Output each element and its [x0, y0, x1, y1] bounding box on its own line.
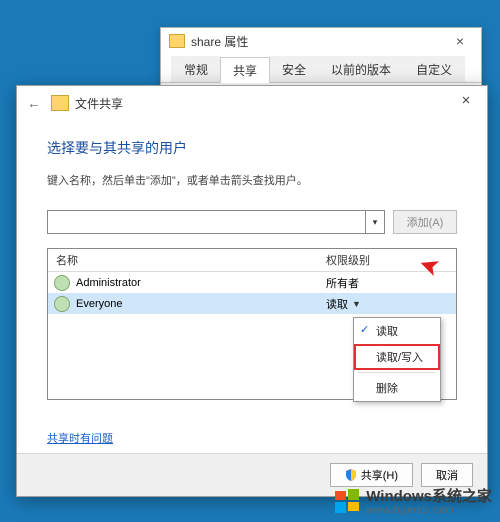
- user-icon: [54, 275, 70, 291]
- tab-customize[interactable]: 自定义: [403, 56, 465, 82]
- watermark: Windows系统之家 www.bjjmcp.com: [334, 485, 492, 516]
- share-button[interactable]: 共享(H): [330, 463, 413, 487]
- user-name: Everyone: [76, 298, 326, 310]
- file-sharing-header: ← 文件共享 ×: [17, 86, 487, 120]
- cancel-button[interactable]: 取消: [421, 463, 473, 487]
- file-sharing-body: 选择要与其共享的用户 键入名称，然后单击"添加"，或者单击箭头查找用户。 ▾ 添…: [17, 120, 487, 446]
- list-item[interactable]: Administrator 所有者: [48, 272, 456, 293]
- column-permission[interactable]: 权限级别: [326, 252, 456, 268]
- back-arrow-icon[interactable]: ←: [27, 95, 41, 111]
- add-user-row: ▾ 添加(A): [47, 210, 457, 234]
- tab-general[interactable]: 常规: [171, 56, 221, 82]
- folder-icon: [51, 95, 69, 111]
- close-icon[interactable]: ×: [445, 32, 475, 52]
- tab-security[interactable]: 安全: [269, 56, 319, 82]
- help-link[interactable]: 共享时有问题: [47, 430, 113, 446]
- menu-item-remove[interactable]: 删除: [354, 375, 440, 401]
- watermark-text: Windows系统之家 www.bjjmcp.com: [366, 485, 492, 516]
- add-button[interactable]: 添加(A): [393, 210, 457, 234]
- properties-titlebar: share 属性 ×: [161, 28, 481, 54]
- properties-tabs: 常规 共享 安全 以前的版本 自定义: [161, 54, 481, 83]
- shield-icon: [345, 469, 357, 481]
- permission-dropdown[interactable]: 读取 ▼: [326, 296, 456, 312]
- windows-logo-icon: [334, 488, 360, 514]
- file-sharing-title: 文件共享: [75, 95, 123, 112]
- file-sharing-window: ← 文件共享 × 选择要与其共享的用户 键入名称，然后单击"添加"，或者单击箭头…: [16, 85, 488, 497]
- properties-title: share 属性: [191, 33, 248, 50]
- tab-sharing[interactable]: 共享: [220, 57, 270, 83]
- column-name[interactable]: 名称: [48, 252, 326, 268]
- user-name: Administrator: [76, 277, 326, 289]
- chevron-down-icon: ▼: [352, 299, 361, 309]
- folder-icon: [169, 34, 185, 48]
- user-permission: 所有者: [326, 275, 456, 291]
- user-name-combo[interactable]: ▾: [47, 210, 385, 234]
- page-heading: 选择要与其共享的用户: [47, 138, 457, 158]
- menu-item-read-write[interactable]: 读取/写入: [354, 344, 440, 370]
- user-icon: [54, 296, 70, 312]
- chevron-down-icon[interactable]: ▾: [365, 211, 384, 233]
- menu-item-read[interactable]: 读取: [354, 318, 440, 344]
- close-icon[interactable]: ×: [453, 92, 479, 109]
- permission-menu: 读取 读取/写入 删除: [353, 317, 441, 402]
- menu-separator: [358, 372, 436, 373]
- list-header: 名称 权限级别: [48, 249, 456, 272]
- user-list: 名称 权限级别 Administrator 所有者 Everyone 读取 ▼ …: [47, 248, 457, 400]
- tab-previous-versions[interactable]: 以前的版本: [318, 56, 404, 82]
- page-subtext: 键入名称，然后单击"添加"，或者单击箭头查找用户。: [47, 172, 457, 188]
- list-item[interactable]: Everyone 读取 ▼: [48, 293, 456, 314]
